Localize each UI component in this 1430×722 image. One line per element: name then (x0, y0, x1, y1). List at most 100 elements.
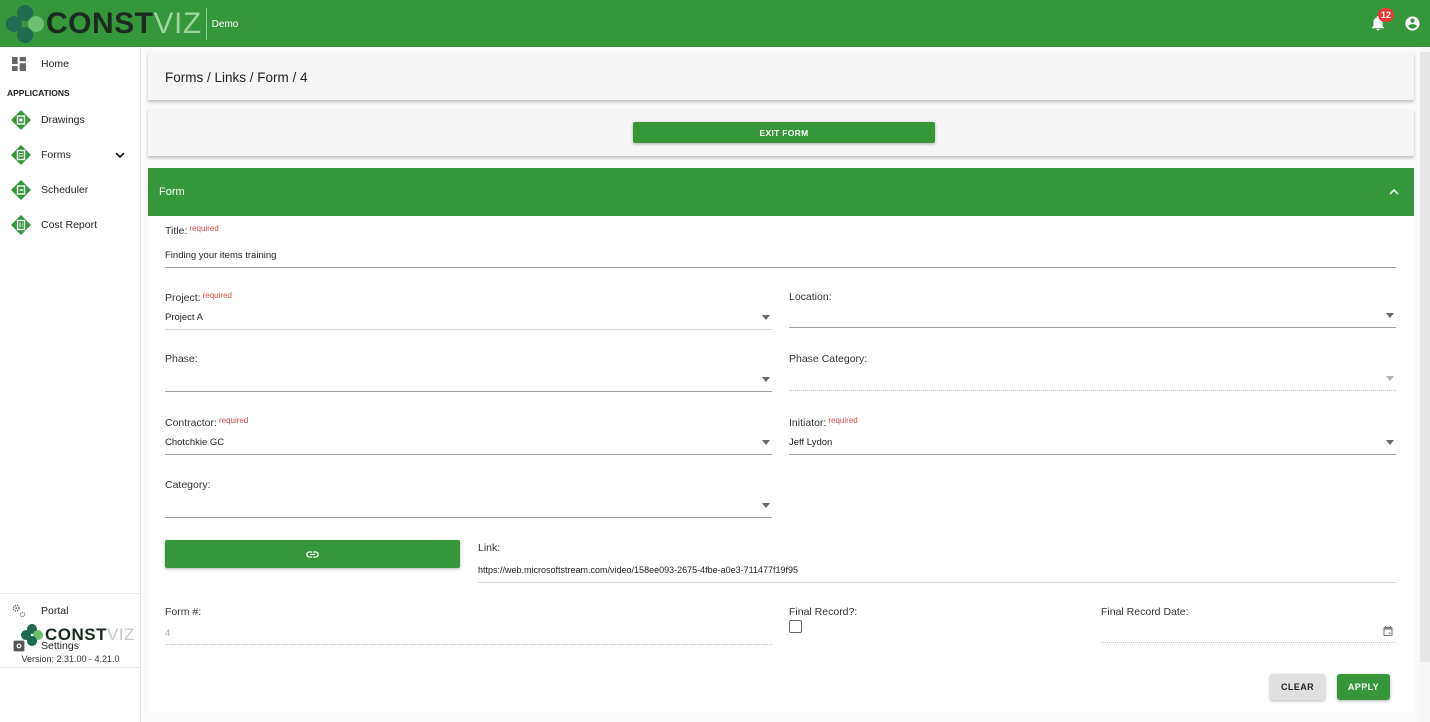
sidebar-divider (0, 667, 141, 668)
link-label: Link: (478, 542, 501, 554)
dashboard-icon (12, 57, 26, 71)
contractor-label: Contractor: required (165, 416, 248, 429)
brand-logo[interactable]: CONSTVIZ Demo (6, 4, 238, 44)
clear-button[interactable]: CLEAR (1270, 674, 1325, 700)
form-panel: Form Title: required Finding your items t… (148, 168, 1414, 712)
sidebar-item-label: Home (41, 58, 70, 70)
required-indicator: required (202, 291, 232, 300)
gears-icon (12, 604, 26, 618)
dropdown-arrow-icon (762, 503, 770, 508)
input-underline (165, 267, 1396, 268)
project-label: Project: required (165, 291, 232, 304)
forms-icon (11, 145, 31, 165)
sidebar-item-portal[interactable]: Portal (0, 596, 141, 626)
brand-viz: VIZ (153, 7, 202, 40)
sidebar-item-label: Drawings (41, 114, 85, 126)
phase-select[interactable]: Phase: (165, 353, 772, 393)
required-indicator: required (828, 416, 858, 425)
form-panel-header[interactable]: Form (148, 168, 1414, 216)
page-scrollbar[interactable] (1420, 47, 1430, 722)
notification-badge: 12 (1378, 8, 1395, 22)
account-circle-icon[interactable] (1404, 15, 1421, 32)
link-input[interactable]: https://web.microsoftstream.com/video/15… (478, 565, 798, 575)
title-field[interactable]: Title: required Finding your items traini… (165, 224, 1396, 268)
apply-button[interactable]: APPLY (1337, 674, 1390, 700)
input-underline (478, 582, 1396, 583)
input-underline (165, 329, 772, 330)
project-value: Project A (165, 312, 204, 323)
link-field[interactable]: Link: https://web.microsoftstream.com/vi… (478, 542, 1396, 584)
label-text: Title: (165, 225, 188, 237)
sidebar-item-label: Cost Report (41, 219, 98, 231)
drawings-icon (11, 110, 31, 130)
initiator-value: Jeff Lydon (789, 437, 833, 448)
sidebar: Home APPLICATIONS Drawings Forms Schedul… (0, 47, 141, 722)
initiator-label: Initiator: required (789, 416, 858, 429)
sidebar-item-scheduler[interactable]: Scheduler (0, 175, 141, 205)
label-text: Contractor: (165, 417, 217, 429)
form-number-value: 4 (165, 628, 171, 639)
input-underline (789, 327, 1396, 328)
dropdown-arrow-icon (1386, 440, 1394, 445)
top-app-bar: CONSTVIZ Demo 12 (0, 0, 1430, 47)
input-underline (165, 391, 772, 392)
dropdown-arrow-icon (1386, 313, 1394, 318)
input-underline (1101, 642, 1396, 643)
section-label-applications: APPLICATIONS (7, 88, 70, 98)
label-text: Initiator: (789, 417, 827, 429)
chevron-down-icon[interactable] (114, 149, 126, 161)
sidebar-item-label: Forms (41, 149, 71, 161)
brand-const: CONST (46, 7, 154, 40)
dropdown-arrow-icon (1386, 376, 1394, 381)
initiator-select[interactable]: Initiator: required Jeff Lydon (789, 416, 1396, 456)
title-input[interactable]: Finding your items training (165, 250, 276, 261)
sidebar-item-label: Portal (41, 605, 69, 617)
input-underline (165, 454, 772, 455)
final-record-field: Final Record?: (789, 606, 939, 646)
category-select[interactable]: Category: (165, 479, 772, 519)
input-underline (165, 517, 772, 518)
location-select[interactable]: Location: (789, 291, 1396, 331)
cost-report-icon (11, 215, 31, 235)
brand-name: CONSTVIZ (46, 4, 202, 44)
brand-viz: VIZ (107, 625, 135, 644)
dropdown-arrow-icon (762, 315, 770, 320)
form-number-field: Form #: 4 (165, 606, 772, 646)
label-text: Project: (165, 292, 201, 304)
logo-clover-icon (6, 5, 44, 43)
phase-category-label: Phase Category: (789, 353, 868, 365)
logo-divider (205, 8, 207, 40)
calendar-icon[interactable] (1382, 625, 1394, 637)
contractor-select[interactable]: Contractor: required Chotchkie GC (165, 416, 772, 456)
final-record-date-label: Final Record Date: (1101, 606, 1189, 618)
input-underline (789, 390, 1396, 391)
chevron-up-icon[interactable] (1388, 187, 1400, 197)
phase-category-select[interactable]: Phase Category: (789, 353, 1396, 393)
dropdown-arrow-icon (762, 440, 770, 445)
logo-clover-icon (21, 624, 43, 646)
brand-name: CONSTVIZ (45, 624, 135, 646)
sidebar-item-drawings[interactable]: Drawings (0, 105, 141, 135)
required-indicator: required (218, 416, 249, 425)
sidebar-item-forms[interactable]: Forms (0, 140, 141, 170)
breadcrumb: Forms / Links / Form / 4 (165, 70, 308, 85)
title-label: Title: required (165, 224, 219, 237)
category-label: Category: (165, 479, 211, 491)
scheduler-icon (11, 180, 31, 200)
project-select[interactable]: Project: required Project A (165, 291, 772, 331)
final-record-checkbox[interactable] (789, 620, 802, 633)
dropdown-arrow-icon (762, 377, 770, 382)
exit-form-bar: EXIT FORM (148, 109, 1414, 156)
link-icon (306, 551, 319, 558)
final-record-date-field[interactable]: Final Record Date: (1101, 606, 1396, 646)
scrollbar-thumb[interactable] (1420, 52, 1430, 662)
form-number-label: Form #: (165, 606, 202, 618)
panel-title: Form (159, 186, 185, 198)
brand-const: CONST (45, 625, 107, 644)
open-link-button[interactable] (165, 540, 460, 568)
sidebar-item-home[interactable]: Home (0, 49, 141, 79)
final-record-label: Final Record?: (789, 606, 858, 618)
exit-form-button[interactable]: EXIT FORM (633, 122, 935, 143)
sidebar-item-cost-report[interactable]: Cost Report (0, 210, 141, 240)
required-indicator: required (189, 224, 219, 233)
